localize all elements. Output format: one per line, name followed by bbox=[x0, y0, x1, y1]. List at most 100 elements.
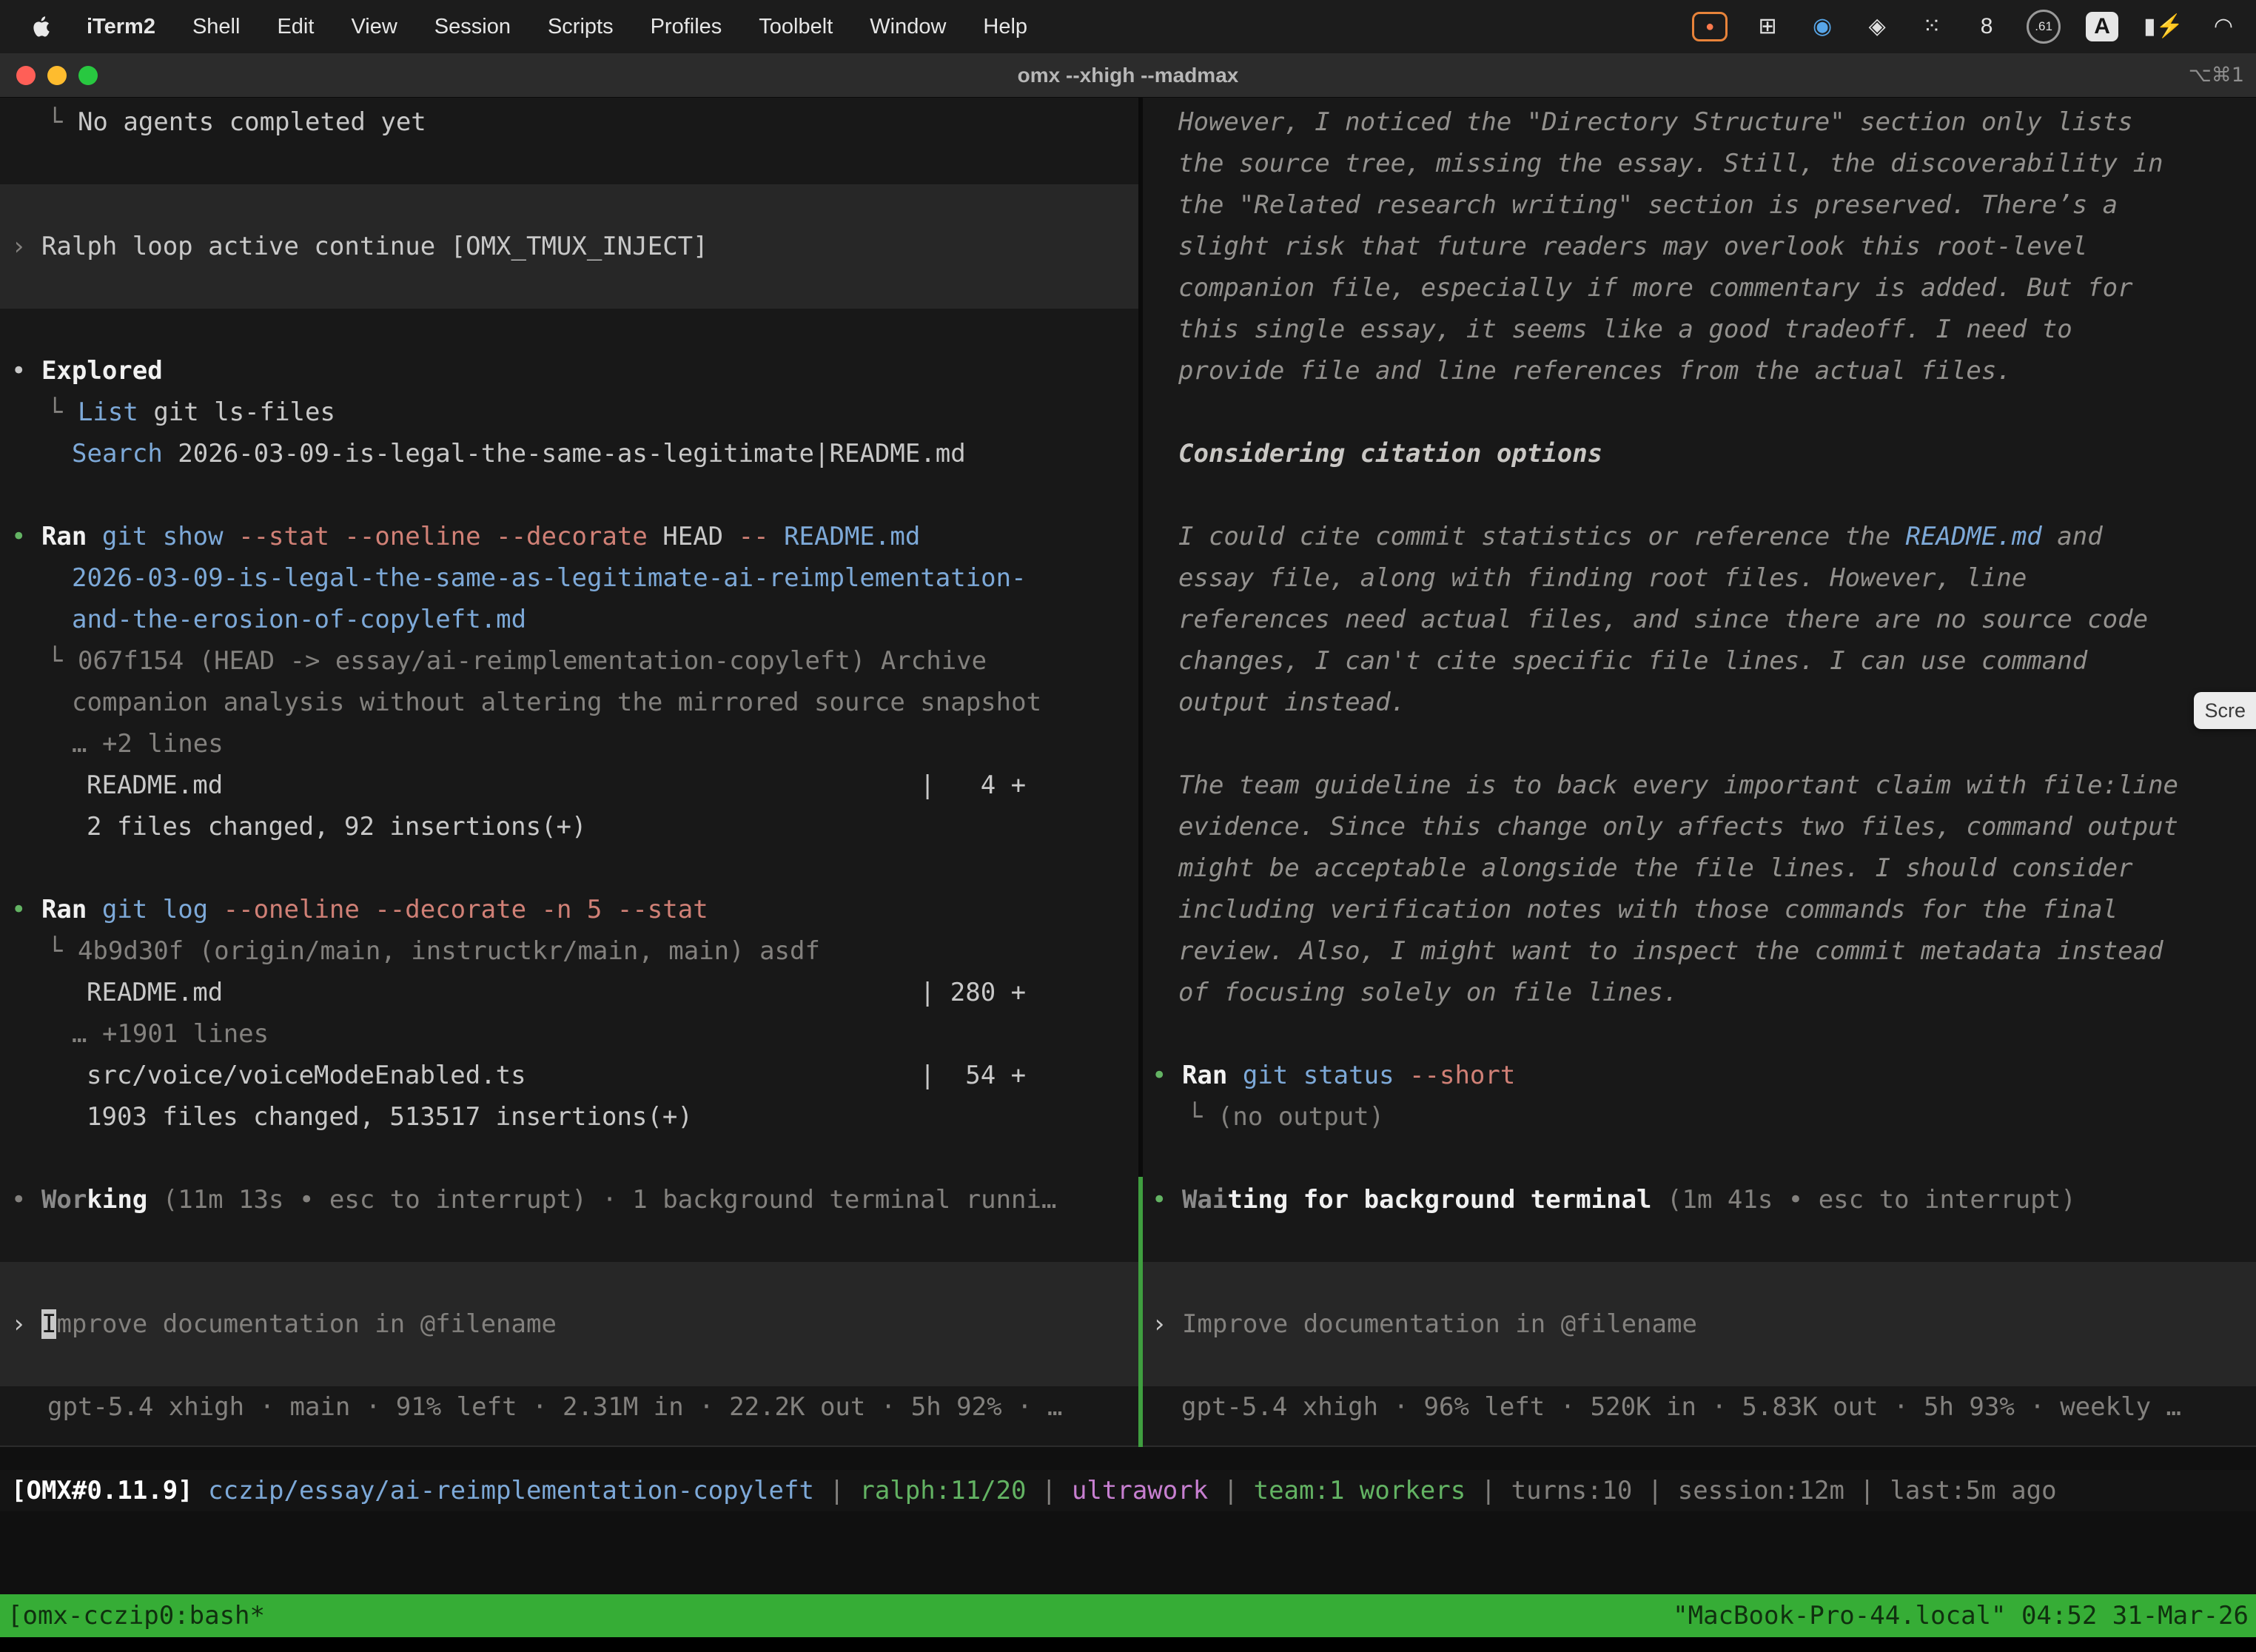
omx-status-bar: [OMX#0.11.9] cczip/essay/ai-reimplementa… bbox=[0, 1470, 2256, 1511]
terminal-line: README.md | 4 + bbox=[0, 765, 1138, 806]
input-source-a-icon[interactable]: A bbox=[2086, 12, 2118, 41]
key-8-icon[interactable]: 8 bbox=[1972, 10, 2001, 43]
window-title-bar[interactable]: omx --xhigh --madmax ⌥⌘1 bbox=[0, 53, 2256, 98]
text-segment: However, I noticed the "Directory Struct… bbox=[1178, 107, 2133, 137]
text-segment: └ 067f154 (HEAD -> essay/ai-reimplementa… bbox=[47, 646, 987, 676]
screen-recording-indicator-icon[interactable]: ● bbox=[1692, 12, 1728, 41]
menu-items: ShellEditViewSessionScriptsProfilesToolb… bbox=[174, 15, 1046, 39]
terminal-line: companion file, especially if more comme… bbox=[1143, 267, 2256, 309]
terminal-line bbox=[0, 143, 1138, 184]
text-segment: gpt-5.4 xhigh · main · 91% left · 2.31M … bbox=[47, 1392, 1062, 1422]
omx-segment: turns:10 bbox=[1511, 1476, 1633, 1505]
terminal-line: review. Also, I might want to inspect th… bbox=[1143, 930, 2256, 972]
text-segment: Ralph loop active continue [OMX_TMUX_INJ… bbox=[41, 232, 708, 261]
text-segment: essay file, along with finding root file… bbox=[1178, 563, 2027, 593]
text-segment: Wai bbox=[1182, 1185, 1227, 1215]
zoom-window-button[interactable] bbox=[78, 66, 98, 85]
terminal-line: … +1901 lines bbox=[0, 1013, 1138, 1055]
menu-item-view[interactable]: View bbox=[332, 15, 415, 39]
prompt-input-right[interactable]: › Improve documentation in @filename bbox=[1143, 1303, 2256, 1345]
terminal-line bbox=[1143, 1138, 2256, 1179]
text-segment: this single essay, it seems like a good … bbox=[1178, 315, 2072, 344]
display-grid-icon[interactable]: ⊞ bbox=[1753, 10, 1782, 43]
prompt-input-left[interactable]: › Improve documentation in @filename bbox=[0, 1303, 1138, 1345]
dots-grid-icon[interactable]: ⁙ bbox=[1917, 10, 1947, 43]
omx-segment: | bbox=[814, 1476, 859, 1505]
text-segment: review. Also, I might want to inspect th… bbox=[1178, 936, 2163, 966]
dark-app-icon[interactable]: ◈ bbox=[1862, 10, 1892, 43]
menu-item-scripts[interactable]: Scripts bbox=[529, 15, 632, 39]
menu-item-toolbelt[interactable]: Toolbelt bbox=[740, 15, 851, 39]
omx-segment: [OMX#0.11.9] bbox=[11, 1476, 193, 1505]
text-segment: No agents completed yet bbox=[78, 107, 426, 137]
omx-segment: cczip/essay/ai-reimplementation-copyleft bbox=[208, 1476, 814, 1505]
terminal-line bbox=[0, 1345, 1138, 1386]
text-segment: • bbox=[11, 356, 41, 386]
menu-item-help[interactable]: Help bbox=[964, 15, 1046, 39]
text-segment: references need actual files, and since … bbox=[1178, 605, 2148, 634]
text-segment bbox=[87, 522, 101, 551]
menu-item-window[interactable]: Window bbox=[851, 15, 964, 39]
model-status-right: gpt-5.4 xhigh · 96% left · 520K in · 5.8… bbox=[1143, 1386, 2256, 1428]
menu-item-app-name[interactable]: iTerm2 bbox=[68, 15, 174, 39]
terminal-line: … +2 lines bbox=[0, 723, 1138, 765]
text-segment: └ bbox=[47, 107, 78, 137]
terminal-line: might be acceptable alongside the file l… bbox=[1143, 847, 2256, 889]
window-shortcut-label: ⌥⌘1 bbox=[2189, 64, 2256, 87]
text-segment: (11m 13s • esc to interrupt) · 1 backgro… bbox=[147, 1185, 1056, 1215]
omx-segment: ralph:11/20 bbox=[859, 1476, 1026, 1505]
tmux-host-clock-label: "MacBook-Pro-44.local" 04:52 31-Mar-26 bbox=[1673, 1601, 2249, 1631]
menu-item-profiles[interactable]: Profiles bbox=[632, 15, 741, 39]
tmux-status-bar: [omx-cczip0:bash* "MacBook-Pro-44.local"… bbox=[0, 1594, 2256, 1637]
terminal-line: including verification notes with those … bbox=[1143, 889, 2256, 930]
text-segment: The team guideline is to back every impo… bbox=[1178, 770, 2178, 800]
terminal-line: slight risk that future readers may over… bbox=[1143, 226, 2256, 267]
text-segment: git log bbox=[102, 895, 208, 924]
terminal-line bbox=[1143, 474, 2256, 516]
omx-segment: | bbox=[1466, 1476, 1511, 1505]
terminal-line bbox=[0, 1138, 1138, 1179]
terminal-line: evidence. Since this change only affects… bbox=[1143, 806, 2256, 847]
terminal-line bbox=[0, 1262, 1138, 1303]
pane-divider-active-segment bbox=[1138, 1177, 1143, 1447]
ran-git-log-line: • Ran git log --oneline --decorate -n 5 … bbox=[0, 889, 1138, 930]
menu-item-edit[interactable]: Edit bbox=[258, 15, 332, 39]
screen-share-tooltip[interactable]: Scre bbox=[2194, 692, 2256, 729]
omx-segment bbox=[193, 1476, 208, 1505]
terminal-line bbox=[1143, 392, 2256, 433]
text-segment: README.md bbox=[784, 522, 920, 551]
waiting-status-line: • Waiting for background terminal (1m 41… bbox=[1143, 1179, 2256, 1220]
text-segment: 2026-03-09-is-legal-the-same-as-legitima… bbox=[72, 563, 1027, 593]
terminal-line: companion analysis without altering the … bbox=[0, 682, 1138, 723]
text-segment: changes, I can't cite specific file line… bbox=[1178, 646, 2087, 676]
text-segment: --oneline --decorate -n 5 --stat bbox=[224, 895, 708, 924]
terminal-line bbox=[0, 309, 1138, 350]
ran-git-status-line: • Ran git status --short bbox=[1143, 1055, 2256, 1096]
ralph-loop-status-line: › Ralph loop active continue [OMX_TMUX_I… bbox=[0, 226, 1138, 267]
terminal-line: README.md | 280 + bbox=[0, 972, 1138, 1013]
minimize-window-button[interactable] bbox=[47, 66, 67, 85]
pane-divider[interactable] bbox=[1138, 98, 1143, 1446]
text-segment bbox=[1227, 1061, 1242, 1090]
wifi-icon[interactable]: ◠ bbox=[2209, 10, 2238, 43]
omx-segment: | bbox=[1632, 1476, 1677, 1505]
close-window-button[interactable] bbox=[16, 66, 36, 85]
battery-percentage-icon[interactable]: .61 bbox=[2027, 10, 2061, 44]
explored-header: • Explored bbox=[0, 350, 1138, 392]
blue-orb-app-icon[interactable]: ◉ bbox=[1807, 10, 1837, 43]
right-pane[interactable]: However, I noticed the "Directory Struct… bbox=[1143, 98, 2256, 1446]
text-segment: -- bbox=[739, 522, 769, 551]
text-segment bbox=[224, 522, 238, 551]
menu-item-shell[interactable]: Shell bbox=[174, 15, 259, 39]
text-segment: … +2 lines bbox=[72, 729, 224, 759]
apple-menu-icon[interactable] bbox=[13, 15, 68, 38]
battery-charging-icon[interactable]: ▮⚡ bbox=[2143, 10, 2183, 43]
menu-item-session[interactable]: Session bbox=[416, 15, 529, 39]
text-segment: mprove documentation in @filename bbox=[56, 1309, 557, 1339]
omx-segment: | bbox=[1027, 1476, 1072, 1505]
left-pane[interactable]: └ No agents completed yet › Ralph loop ac… bbox=[0, 98, 1138, 1446]
terminal-line: 2 files changed, 92 insertions(+) bbox=[0, 806, 1138, 847]
terminal-line: src/voice/voiceModeEnabled.ts | 54 + bbox=[0, 1055, 1138, 1096]
text-segment: might be acceptable alongside the file l… bbox=[1178, 853, 2133, 883]
text-segment: └ 4b9d30f (origin/main, instructkr/main,… bbox=[47, 936, 820, 966]
